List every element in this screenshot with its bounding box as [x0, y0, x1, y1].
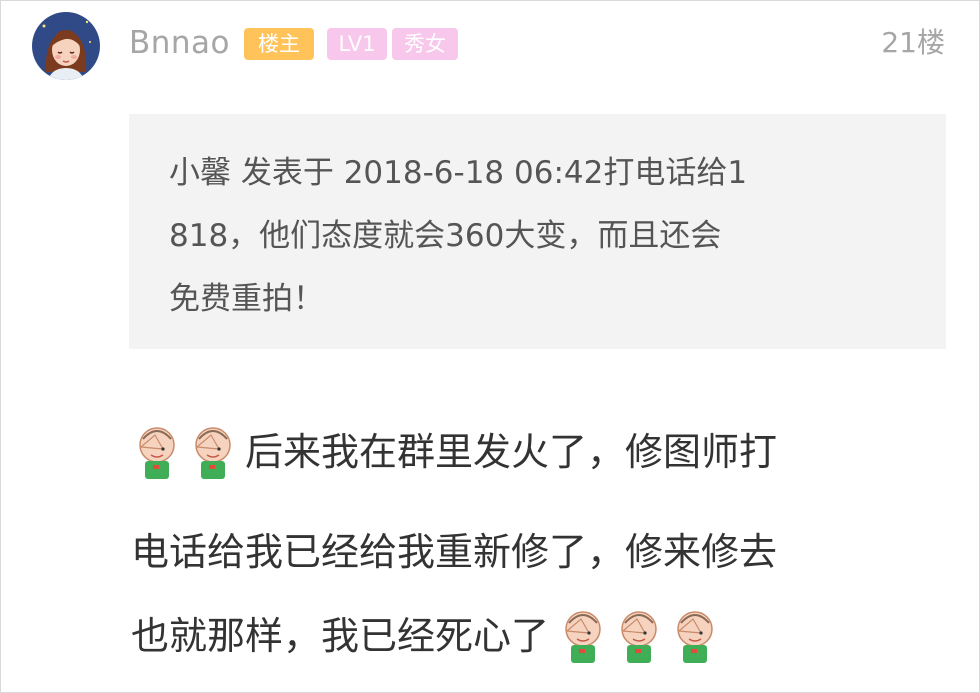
- quote-line: 小馨 发表于 2018-6-18 06:42打电话给1: [169, 155, 748, 191]
- quote-line: 免费重拍！: [169, 281, 324, 317]
- quoted-reply[interactable]: 小馨 发表于 2018-6-18 06:42打电话给1 818，他们态度就会36…: [129, 114, 946, 349]
- floor-number: 21楼: [881, 26, 945, 59]
- content-line-2: 电话给我已经给我重新修了，修来修去: [131, 530, 778, 574]
- quote-text: 小馨 发表于 2018-6-18 06:42打电话给1 818，他们态度就会36…: [169, 142, 925, 331]
- girl-avatar-icon: [32, 12, 100, 80]
- title-badge: 秀女: [392, 28, 458, 60]
- facepalm-emoji-icon: [133, 425, 183, 481]
- level-badge: LV1: [327, 28, 387, 60]
- facepalm-emoji-icon: [189, 425, 239, 481]
- content-text: 后来我在群里发火了，修图师打: [245, 430, 778, 474]
- content-line-1: 后来我在群里发火了，修图师打: [133, 421, 777, 481]
- username[interactable]: Bnnao: [129, 21, 230, 65]
- content-line-3: 也就那样，我已经死心了: [131, 605, 727, 665]
- quote-line: 818，他们态度就会360大变，而且还会: [169, 218, 722, 254]
- facepalm-emoji-icon: [615, 609, 665, 665]
- owner-badge: 楼主: [244, 28, 314, 60]
- user-avatar[interactable]: [32, 12, 100, 80]
- post-card: Bnnao 楼主 LV1 秀女 21楼 小馨 发表于 2018-6-18 06:…: [0, 0, 980, 693]
- facepalm-emoji-icon: [671, 609, 721, 665]
- facepalm-emoji-icon: [559, 609, 609, 665]
- content-text: 也就那样，我已经死心了: [131, 614, 550, 658]
